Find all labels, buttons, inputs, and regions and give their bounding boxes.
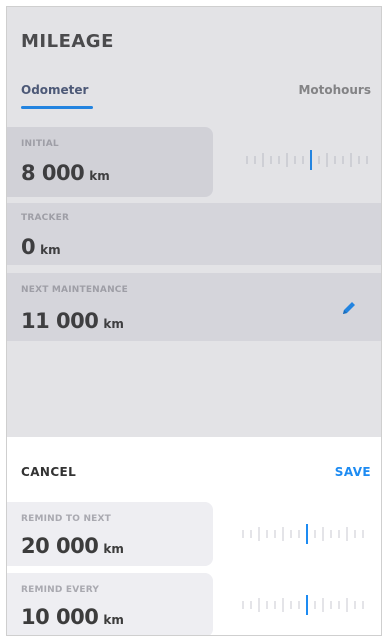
save-button[interactable]: SAVE bbox=[335, 465, 371, 479]
initial-label: INITIAL bbox=[21, 139, 59, 149]
initial-value-display: 8 000 km bbox=[21, 161, 110, 185]
remind-every-label: REMIND EVERY bbox=[21, 585, 100, 595]
cancel-button[interactable]: CANCEL bbox=[21, 465, 76, 479]
tracker-unit: km bbox=[40, 243, 61, 257]
app-frame: MILEAGE Odometer Motohours INITIAL 8 000… bbox=[6, 6, 382, 636]
next-maintenance-row[interactable]: NEXT MAINTENANCE 11 000 km bbox=[7, 273, 381, 341]
pencil-icon[interactable] bbox=[339, 298, 359, 318]
remind-every-unit: km bbox=[103, 613, 124, 627]
remind-every-value-display: 10 000 km bbox=[21, 605, 124, 629]
next-maintenance-value: 11 000 bbox=[21, 309, 99, 333]
remind-next-unit: km bbox=[103, 542, 124, 556]
tab-odometer[interactable]: Odometer bbox=[21, 83, 88, 97]
remind-next-label: REMIND TO NEXT bbox=[21, 514, 112, 524]
tracker-value: 0 bbox=[21, 235, 36, 259]
initial-unit: km bbox=[89, 169, 110, 183]
mileage-screen: MILEAGE Odometer Motohours INITIAL 8 000… bbox=[7, 7, 381, 437]
active-tab-indicator bbox=[21, 106, 93, 109]
ruler-picker-icon bbox=[242, 595, 364, 615]
tracker-label: TRACKER bbox=[21, 213, 70, 223]
reminder-sheet: CANCEL SAVE REMIND TO NEXT 20 000 km REM… bbox=[7, 437, 381, 635]
remind-every-ruler-picker[interactable] bbox=[241, 594, 369, 616]
next-maintenance-label: NEXT MAINTENANCE bbox=[21, 285, 128, 295]
ruler-picker-icon bbox=[246, 150, 368, 170]
remind-every-field[interactable]: REMIND EVERY 10 000 km bbox=[7, 573, 213, 635]
tracker-row: TRACKER 0 km bbox=[7, 203, 381, 265]
remind-every-value: 10 000 bbox=[21, 605, 99, 629]
remind-next-value: 20 000 bbox=[21, 534, 99, 558]
remind-next-ruler-picker[interactable] bbox=[241, 523, 369, 545]
next-maintenance-unit: km bbox=[103, 317, 124, 331]
page-title: MILEAGE bbox=[21, 31, 114, 52]
tracker-value-display: 0 km bbox=[21, 235, 61, 259]
remind-next-row[interactable]: REMIND TO NEXT 20 000 km bbox=[7, 502, 381, 566]
initial-value: 8 000 bbox=[21, 161, 85, 185]
remind-next-value-display: 20 000 km bbox=[21, 534, 124, 558]
next-maintenance-value-display: 11 000 km bbox=[21, 309, 124, 333]
initial-ruler-picker[interactable] bbox=[245, 149, 373, 171]
initial-field[interactable]: INITIAL 8 000 km bbox=[7, 127, 213, 197]
remind-every-row[interactable]: REMIND EVERY 10 000 km bbox=[7, 573, 381, 635]
initial-row[interactable]: INITIAL 8 000 km bbox=[7, 127, 381, 197]
tab-motohours[interactable]: Motohours bbox=[298, 83, 371, 97]
ruler-picker-icon bbox=[242, 524, 364, 544]
remind-next-field[interactable]: REMIND TO NEXT 20 000 km bbox=[7, 502, 213, 566]
